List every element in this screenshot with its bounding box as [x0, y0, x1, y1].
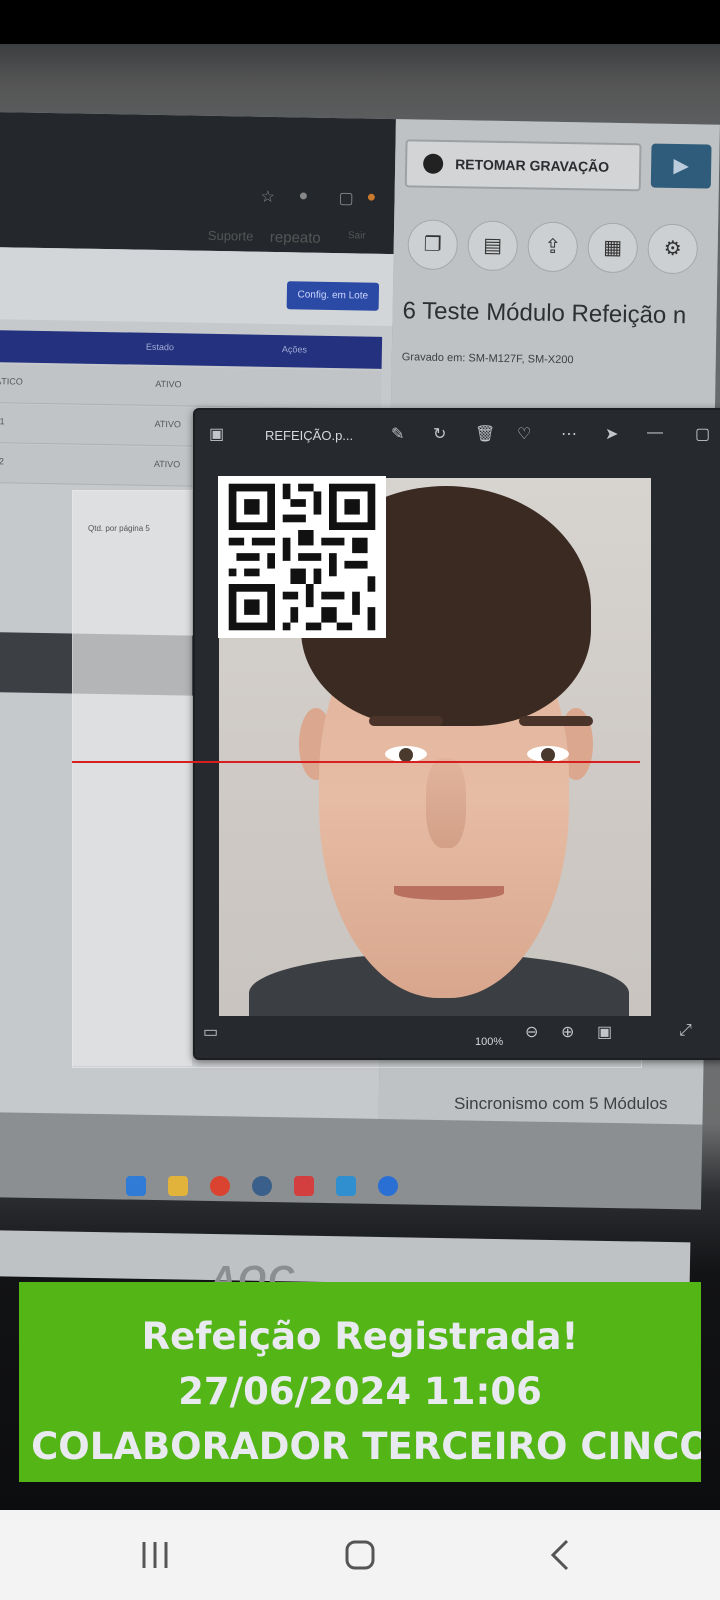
windows-start-icon — [126, 1176, 146, 1196]
support-link[interactable]: Suporte — [208, 228, 254, 244]
scan-frame-shade — [72, 490, 192, 1066]
star-icon: ☆ — [260, 188, 276, 206]
extension-icon: ▢ — [338, 190, 354, 208]
folder-icon — [168, 1176, 188, 1196]
toast-datetime: 27/06/2024 11:06 — [178, 1370, 542, 1413]
microphone-icon: ● — [298, 187, 309, 205]
row-name: 02 — [0, 456, 5, 467]
photo-brow — [519, 716, 593, 726]
column-header-state: Estado — [145, 341, 175, 353]
scan-line — [72, 761, 640, 763]
column-header-actions: Ações — [281, 344, 308, 355]
photo-eye — [385, 746, 427, 762]
app-icon — [378, 1176, 398, 1196]
profile-icon: ● — [366, 188, 377, 206]
recorder-icon — [294, 1176, 314, 1196]
film-strip-icon[interactable]: ▭ — [203, 1022, 218, 1042]
delete-icon[interactable]: 🗑 — [475, 424, 495, 444]
recorded-on-text: Gravado em: SM-M127F, SM-X200 — [401, 351, 574, 367]
maximize-icon[interactable]: ▢ — [695, 424, 710, 444]
photo-mouth — [394, 886, 504, 900]
more-icon[interactable]: ⋯ — [561, 424, 577, 444]
toast-message: Refeição Registrada! — [141, 1315, 579, 1358]
play-icon[interactable]: ▶ — [650, 143, 712, 189]
gear-icon[interactable]: ⚙ — [647, 223, 699, 275]
sync-text: Sincronismo com 5 Módulos — [454, 1094, 668, 1113]
clipboard-icon[interactable]: ▦ — [587, 222, 639, 274]
repeat-link[interactable]: repeato — [270, 229, 321, 247]
fullscreen-icon[interactable]: ⤢ — [679, 1022, 692, 1040]
camera-scanner-screen: ☆ ● ▢ ● Suporte repeato Sair Config. em … — [0, 0, 720, 1600]
row-status: ATIVO — [153, 458, 181, 470]
chrome-icon — [210, 1176, 230, 1196]
image-file-icon: ▣ — [209, 426, 225, 443]
fit-icon[interactable]: ▣ — [597, 1022, 612, 1042]
table-header: Estado Ações — [0, 330, 383, 369]
photo-nose — [426, 758, 466, 848]
recording-title: 6 Teste Módulo Refeição n — [402, 297, 687, 330]
row-name: ÁTICO — [0, 376, 23, 387]
table-row[interactable]: ÁTICO ATIVO — [0, 364, 382, 410]
resume-recording-button[interactable]: RETOMAR GRAVAÇÃO — [404, 139, 642, 192]
per-page-label: Qtd. por página 5 — [88, 524, 150, 533]
viewer-title: REFEIÇÃO.p... — [265, 428, 354, 443]
windows-taskbar — [0, 1229, 691, 1289]
export-icon[interactable]: ⇪ — [527, 221, 579, 273]
recent-apps-icon[interactable] — [120, 1530, 190, 1580]
status-bar — [0, 0, 720, 44]
toast-employee: COLABORADOR TERCEIRO CINCO — [31, 1425, 701, 1468]
resume-recording-label: RETOMAR GRAVAÇÃO — [455, 156, 610, 175]
photos-icon — [336, 1176, 356, 1196]
edit-icon[interactable]: ✎ — [391, 424, 404, 444]
copy-icon[interactable]: ❐ — [407, 219, 459, 271]
photo-brow — [369, 716, 443, 726]
archive-icon[interactable]: ▤ — [467, 220, 519, 272]
qr-code — [218, 476, 386, 638]
zoom-out-icon[interactable]: ⊖ — [525, 1022, 538, 1042]
row-status: ATIVO — [154, 418, 182, 430]
zoom-level: 100% — [475, 1036, 504, 1048]
batch-config-button[interactable]: Config. em Lote — [286, 281, 380, 311]
favorite-icon[interactable]: ♡ — [517, 424, 531, 444]
app-icon — [252, 1176, 272, 1196]
zoom-in-icon[interactable]: ⊕ — [561, 1022, 574, 1042]
exit-link[interactable]: Sair — [348, 230, 366, 241]
pointer-icon[interactable]: ➤ — [605, 424, 618, 444]
rotate-icon[interactable]: ↻ — [433, 424, 446, 444]
minimize-icon[interactable]: — — [647, 424, 663, 442]
meal-registered-toast: Refeição Registrada! 27/06/2024 11:06 CO… — [19, 1282, 701, 1482]
photo-eye — [527, 746, 569, 762]
android-navigation-bar — [0, 1510, 720, 1600]
back-icon[interactable] — [525, 1530, 595, 1580]
row-name: 01 — [0, 416, 5, 427]
home-icon[interactable] — [325, 1530, 395, 1580]
record-icon — [422, 153, 444, 174]
row-status: ATIVO — [155, 378, 182, 390]
browser-toolbar: ☆ ● ▢ ● — [0, 112, 396, 255]
